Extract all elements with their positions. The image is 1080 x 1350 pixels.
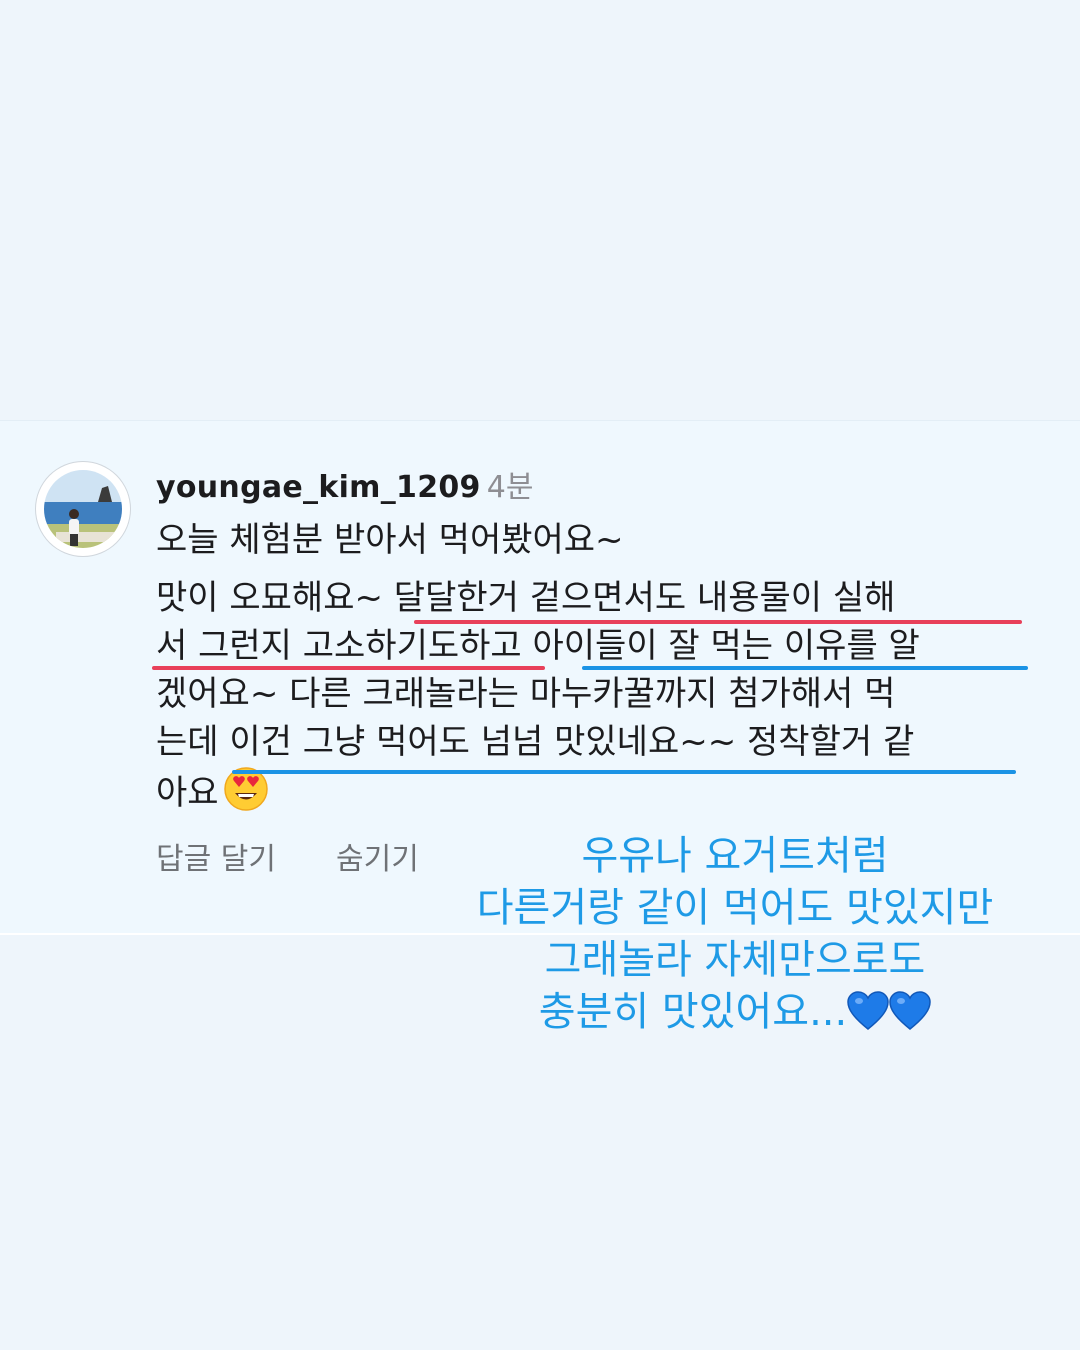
comment-body-text: 아요 [156,773,219,813]
comment-intro: 오늘 체험분 받아서 먹어봤어요~ [156,520,624,560]
comment-username[interactable]: youngae_kim_1209 [156,470,481,505]
highlight-underline-red [414,620,1022,624]
comment-time: 4분 [486,470,534,505]
reply-button[interactable]: 답글 달기 [156,834,276,878]
comment-body-line: 겠어요~ 다른 크래놀라는 마누카꿀까지 첨가해서 먹 [156,674,896,714]
caption-text: 충분히 맛있어요... [538,989,848,1035]
blue-heart-icon [847,991,889,1030]
caption-line-last: 충분히 맛있어요... [430,986,1040,1038]
caption-line: 그래놀라 자체만으로도 [544,937,926,983]
highlight-underline-red [152,666,545,670]
avatar[interactable] [36,462,130,556]
highlight-underline-blue [582,666,1028,670]
avatar-photo [39,465,127,553]
comment-body-line: 맛이 오묘해요~ 달달한거 겉으면서도 내용물이 실해 [156,578,896,618]
highlight-underline-blue [232,770,1016,774]
blue-heart-icon [889,991,931,1030]
comment-header: youngae_kim_1209 4분 [156,462,533,506]
caption-line: 다른거랑 같이 먹어도 맛있지만 [476,885,994,931]
hide-button[interactable]: 숨기기 [336,834,419,878]
caption-line: 우유나 요거트처럼 [581,833,889,879]
comment-body-line: 서 그런지 고소하기도하고 아이들이 잘 먹는 이유를 알 [156,626,920,666]
comment-body-line: 는데 이건 그냥 먹어도 넘넘 맛있네요~~ 정착할거 같 [156,722,915,762]
